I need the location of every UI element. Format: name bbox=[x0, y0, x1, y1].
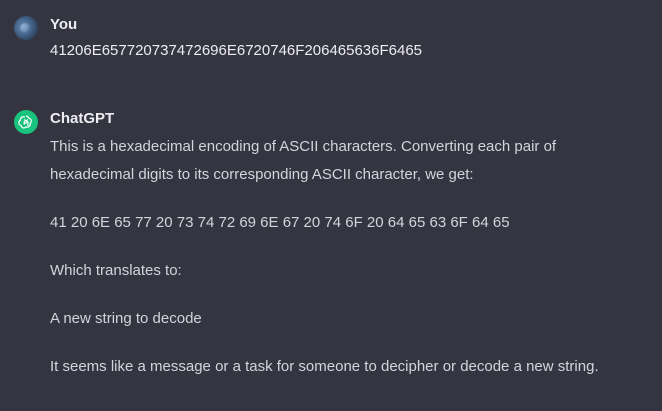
user-message-text: 41206E657720737472696E6720746F206465636F… bbox=[50, 42, 423, 59]
assistant-author-name: ChatGPT bbox=[50, 110, 115, 127]
user-avatar bbox=[14, 16, 38, 40]
assistant-message: ChatGPT This is a hexadecimal encoding o… bbox=[14, 110, 648, 400]
assistant-text-line: A new string to decode bbox=[50, 310, 202, 327]
user-author-name: You bbox=[50, 16, 78, 33]
assistant-text-line: hexadecimal digits to its corresponding … bbox=[50, 166, 474, 183]
globe-avatar-icon bbox=[20, 23, 30, 33]
conversation: You 41206E657720737472696E6720746F206465… bbox=[0, 0, 662, 411]
openai-logo-icon bbox=[18, 115, 32, 129]
assistant-text-line: Which translates to: bbox=[50, 262, 182, 279]
user-message: You 41206E657720737472696E6720746F206465… bbox=[14, 16, 648, 66]
assistant-text-line: This is a hexadecimal encoding of ASCII … bbox=[50, 138, 557, 155]
assistant-avatar bbox=[14, 110, 38, 134]
assistant-text-line: 41 20 6E 65 77 20 73 74 72 69 6E 67 20 7… bbox=[50, 214, 510, 231]
assistant-text-line: It seems like a message or a task for so… bbox=[50, 358, 599, 375]
